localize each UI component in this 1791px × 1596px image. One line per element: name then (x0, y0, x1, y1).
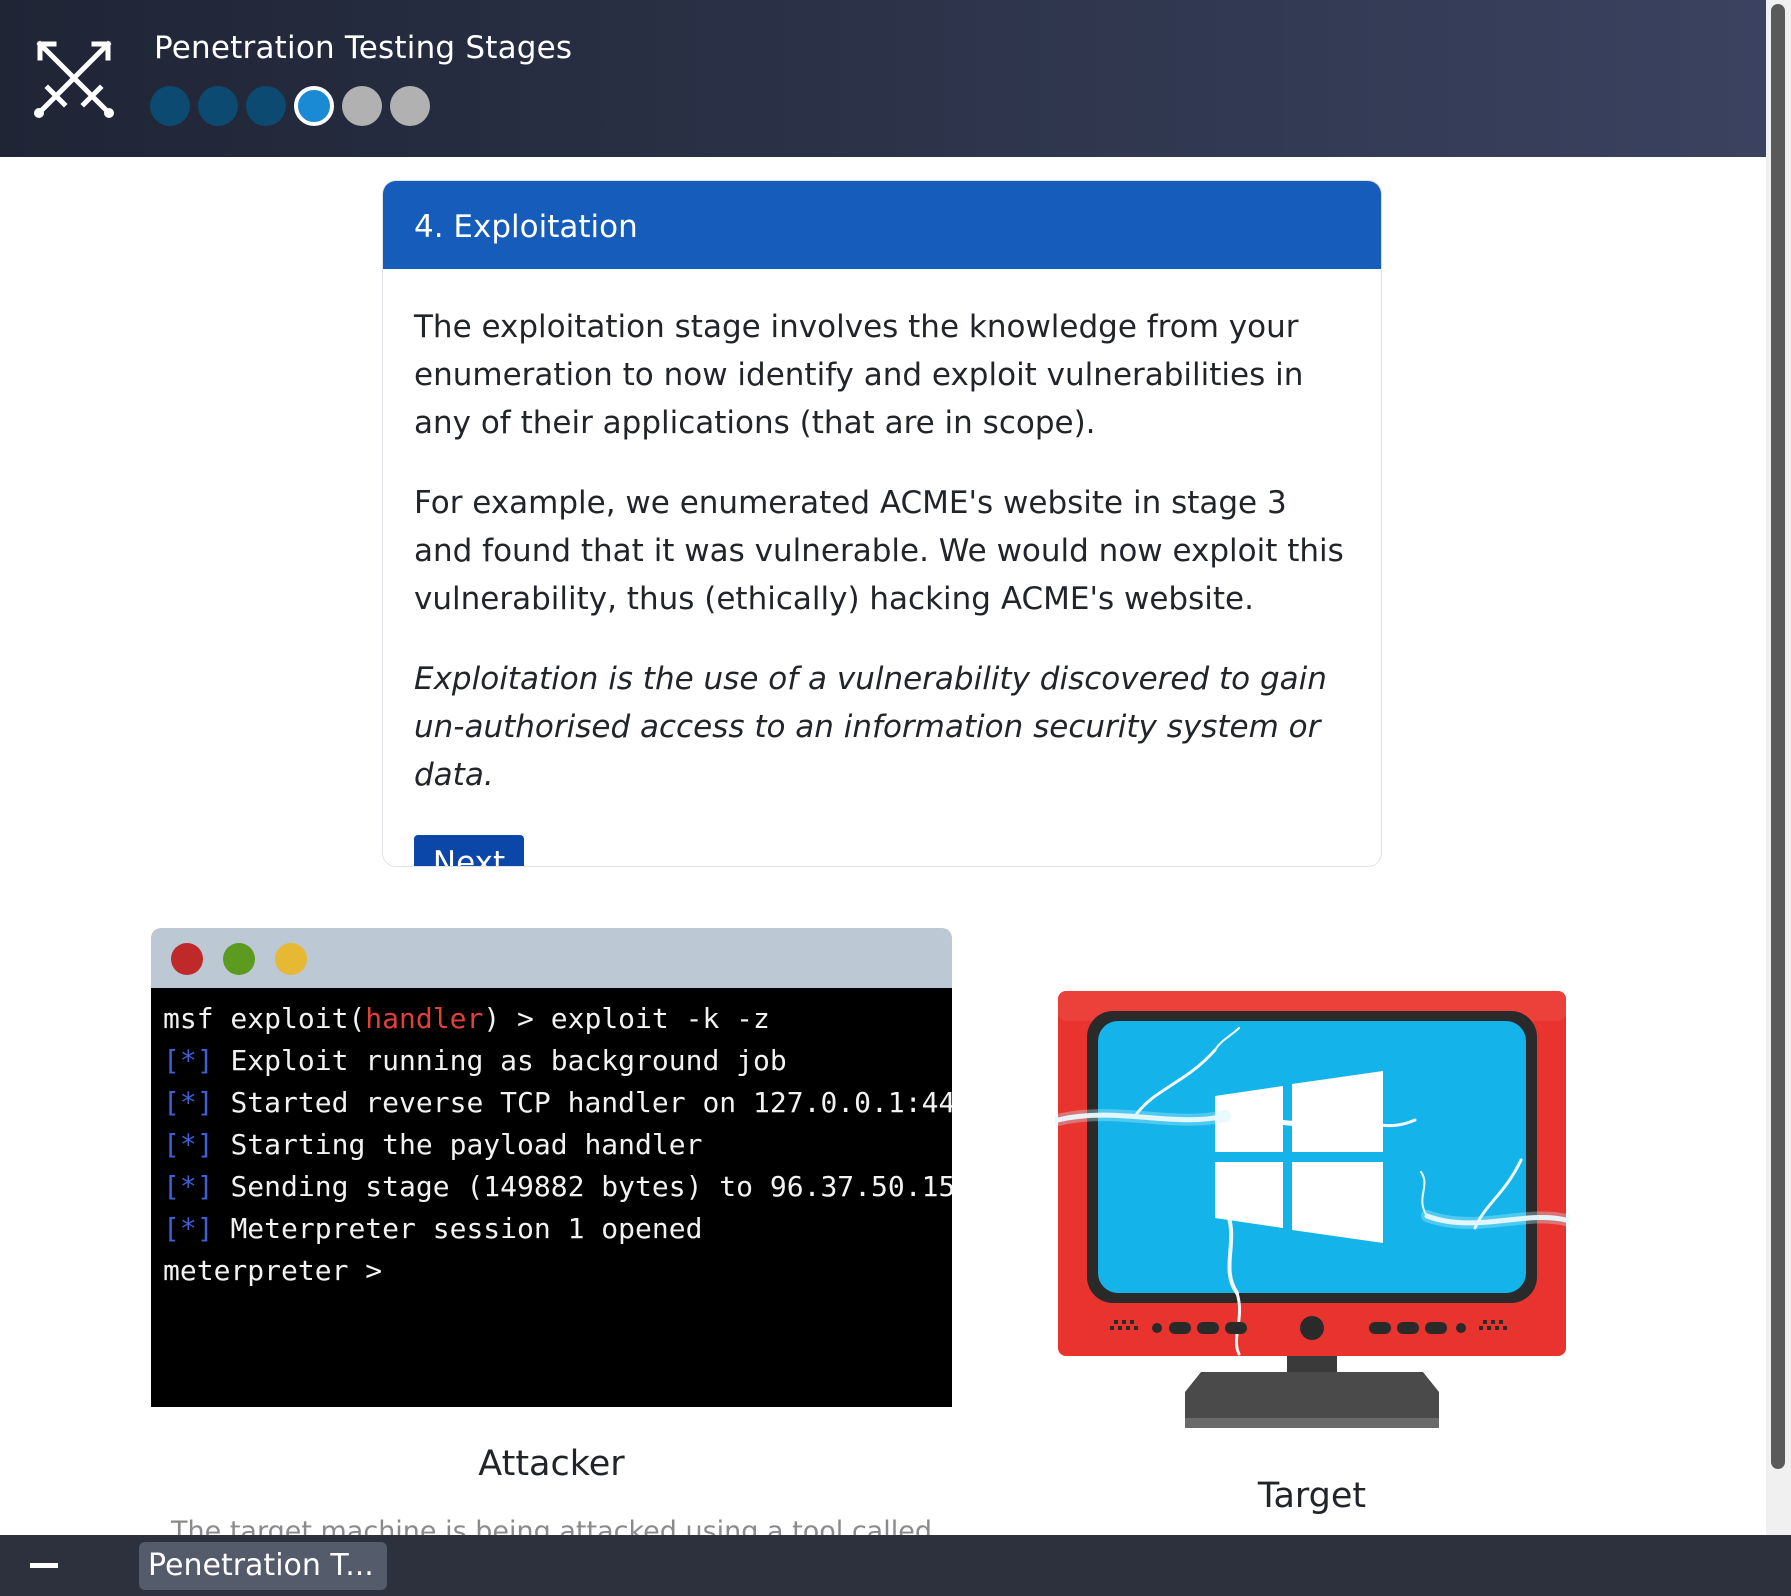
terminal-line-text: Meterpreter session 1 opened (230, 1212, 703, 1245)
terminal-maximize-dot (223, 943, 255, 975)
attacker-terminal: msf exploit(handler) > exploit -k -z [*]… (151, 928, 952, 1407)
status-marker: [*] (163, 1212, 214, 1245)
terminal-line-text: Started reverse TCP handler on 127.0.0.1… (230, 1086, 952, 1119)
meterpreter-prompt: meterpreter > (163, 1254, 383, 1287)
taskbar-window-item[interactable]: Penetration T... (139, 1542, 387, 1590)
prompt-module: handler (365, 1002, 484, 1035)
next-button[interactable]: Next (414, 835, 524, 866)
progress-step-1[interactable] (150, 86, 190, 126)
attacker-label: Attacker (478, 1444, 625, 1484)
minimize-icon[interactable] (30, 1563, 58, 1568)
terminal-output: msf exploit(handler) > exploit -k -z [*]… (151, 988, 952, 1407)
crossed-swords-icon (34, 40, 114, 118)
terminal-line-text: Sending stage (149882 bytes) to 96.37.50… (230, 1170, 952, 1203)
terminal-line: [*] Starting the payload handler (163, 1124, 952, 1166)
prompt-command: ) > exploit -k -z (483, 1002, 770, 1035)
progress-step-5[interactable] (342, 86, 382, 126)
app-title: Penetration Testing Stages (154, 30, 573, 66)
stage-title: 4. Exploitation (383, 181, 1381, 269)
prompt-prefix: msf exploit( (163, 1002, 366, 1035)
terminal-close-dot (171, 943, 203, 975)
hacked-windows-monitor-icon (1055, 991, 1569, 1428)
terminal-line-text: Exploit running as background job (230, 1044, 787, 1077)
status-marker: [*] (163, 1170, 214, 1203)
stage-card: 4. Exploitation The exploitation stage i… (382, 180, 1382, 867)
progress-step-2[interactable] (198, 86, 238, 126)
status-marker: [*] (163, 1044, 214, 1077)
progress-steps (150, 86, 430, 126)
progress-step-6[interactable] (390, 86, 430, 126)
status-marker: [*] (163, 1086, 214, 1119)
status-marker: [*] (163, 1128, 214, 1161)
progress-step-3[interactable] (246, 86, 286, 126)
terminal-command-line: msf exploit(handler) > exploit -k -z (163, 998, 952, 1040)
terminal-line-text: Starting the payload handler (230, 1128, 703, 1161)
stage-example: For example, we enumerated ACME's websit… (414, 485, 1344, 617)
stage-body: The exploitation stage involves the know… (383, 269, 1381, 866)
terminal-minimize-dot (275, 943, 307, 975)
stage-definition: Exploitation is the use of a vulnerabili… (414, 661, 1327, 793)
progress-step-4-current[interactable] (294, 86, 334, 126)
scrollbar-thumb[interactable] (1771, 4, 1785, 1469)
target-label: Target (1257, 1476, 1367, 1516)
terminal-line: [*] Started reverse TCP handler on 127.0… (163, 1082, 952, 1124)
terminal-titlebar (151, 928, 952, 988)
terminal-line: [*] Exploit running as background job (163, 1040, 952, 1082)
terminal-line: [*] Meterpreter session 1 opened (163, 1208, 952, 1250)
taskbar: Penetration T... (0, 1535, 1791, 1596)
stage-description: The exploitation stage involves the know… (414, 309, 1304, 441)
terminal-line: [*] Sending stage (149882 bytes) to 96.3… (163, 1166, 952, 1208)
app-header: Penetration Testing Stages (0, 0, 1766, 157)
